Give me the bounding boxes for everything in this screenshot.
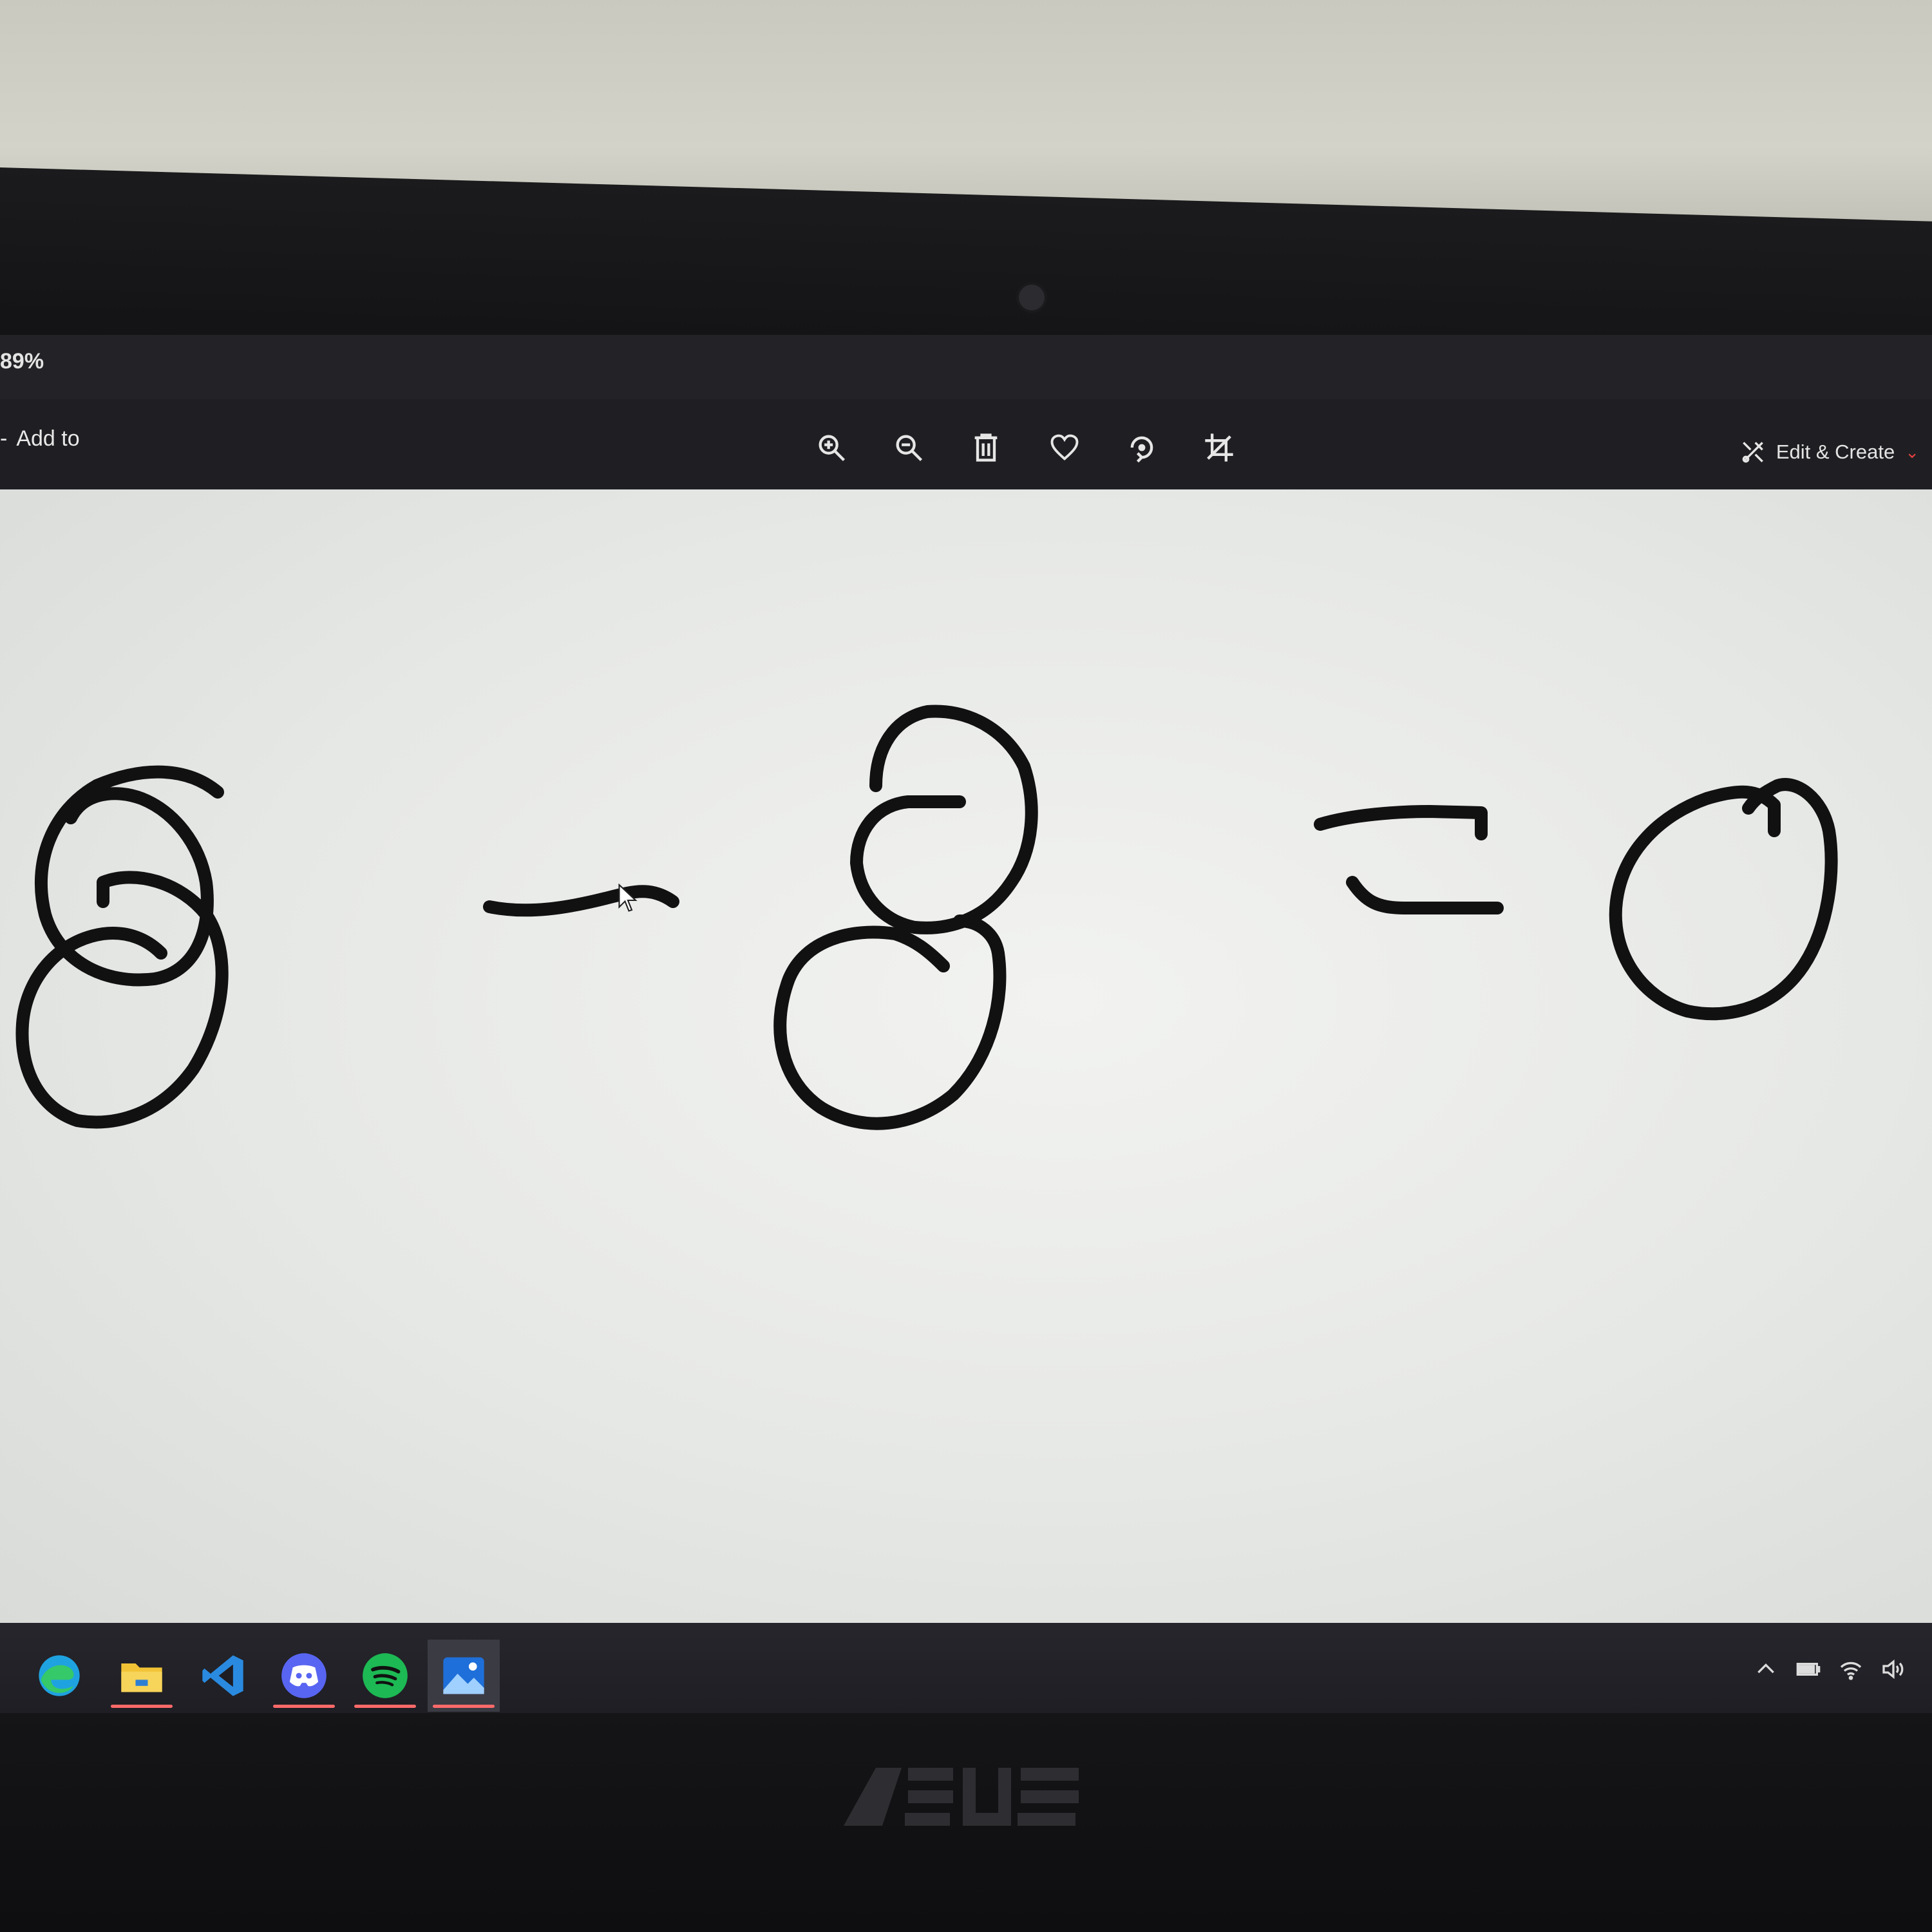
title-bar: 89%: [0, 335, 1932, 399]
add-to-label: Add to: [16, 426, 80, 451]
edge-icon: [39, 1655, 80, 1696]
edit-create-label: Edit & Create: [1776, 440, 1895, 463]
taskbar-app-vscode[interactable]: [187, 1640, 259, 1712]
ink-stroke: [483, 885, 679, 917]
zoom-in-icon: [819, 435, 846, 462]
taskbar-app-discord[interactable]: [268, 1640, 340, 1712]
favorite-icon: [1050, 434, 1079, 460]
taskbar-app-file-explorer[interactable]: [106, 1640, 178, 1712]
running-indicator: [111, 1705, 173, 1708]
edit-create-icon: [1742, 442, 1763, 463]
ink-stroke: [15, 871, 229, 1129]
running-indicator: [273, 1705, 335, 1708]
ink-stroke: [1314, 805, 1488, 840]
zoom-level: 89%: [0, 349, 44, 374]
taskbar: [0, 1623, 1932, 1726]
zoom-in-button[interactable]: [811, 428, 851, 468]
file-explorer-icon: [121, 1663, 162, 1692]
running-indicator: [354, 1705, 416, 1708]
ink-stroke: [773, 914, 1007, 1130]
taskbar-app-photos[interactable]: [428, 1640, 500, 1712]
taskbar-app-spotify[interactable]: [349, 1640, 421, 1712]
favorite-button[interactable]: [1045, 428, 1084, 468]
battery-icon[interactable]: [1795, 1656, 1821, 1682]
discord-icon: [281, 1653, 327, 1698]
edit-create-button[interactable]: Edit & Create ⌄: [1739, 438, 1919, 466]
asus-logo: [0, 1761, 1932, 1850]
wifi-icon[interactable]: [1838, 1656, 1864, 1682]
rotate-icon: [1130, 436, 1153, 463]
delete-button[interactable]: [966, 428, 1006, 468]
running-indicator: [433, 1705, 495, 1708]
rotate-button[interactable]: [1122, 428, 1162, 468]
ink-stroke: [1609, 778, 1838, 1021]
chevron-down-icon: ⌄: [1905, 442, 1919, 462]
add-icon: -: [0, 426, 8, 451]
chevron-up-icon[interactable]: [1753, 1656, 1779, 1682]
photo-canvas[interactable]: [0, 489, 1932, 1623]
crop-icon: [1205, 433, 1233, 462]
webcam: [1019, 285, 1045, 310]
ink-stroke: [1346, 876, 1504, 914]
ink-stroke: [850, 705, 1038, 934]
add-to-button[interactable]: - Add to: [0, 426, 80, 451]
spotify-icon: [363, 1653, 408, 1698]
system-tray: [1753, 1656, 1906, 1682]
zoom-out-icon: [896, 435, 923, 462]
photos-icon: [443, 1657, 484, 1694]
laptop-screen: 89% - Add to Edit & Create ⌄: [0, 335, 1932, 1726]
crop-button[interactable]: [1199, 428, 1239, 468]
delete-icon: [974, 433, 998, 462]
volume-icon[interactable]: [1880, 1656, 1906, 1682]
taskbar-app-edge[interactable]: [23, 1640, 95, 1712]
photo-toolbar: - Add to Edit & Create ⌄: [0, 399, 1932, 489]
vscode-icon: [202, 1655, 243, 1696]
zoom-out-button[interactable]: [889, 428, 929, 468]
mouse-cursor: [618, 884, 638, 912]
handwritten-drawing: [15, 705, 1838, 1130]
asus-logo-mark: [844, 1768, 1079, 1826]
